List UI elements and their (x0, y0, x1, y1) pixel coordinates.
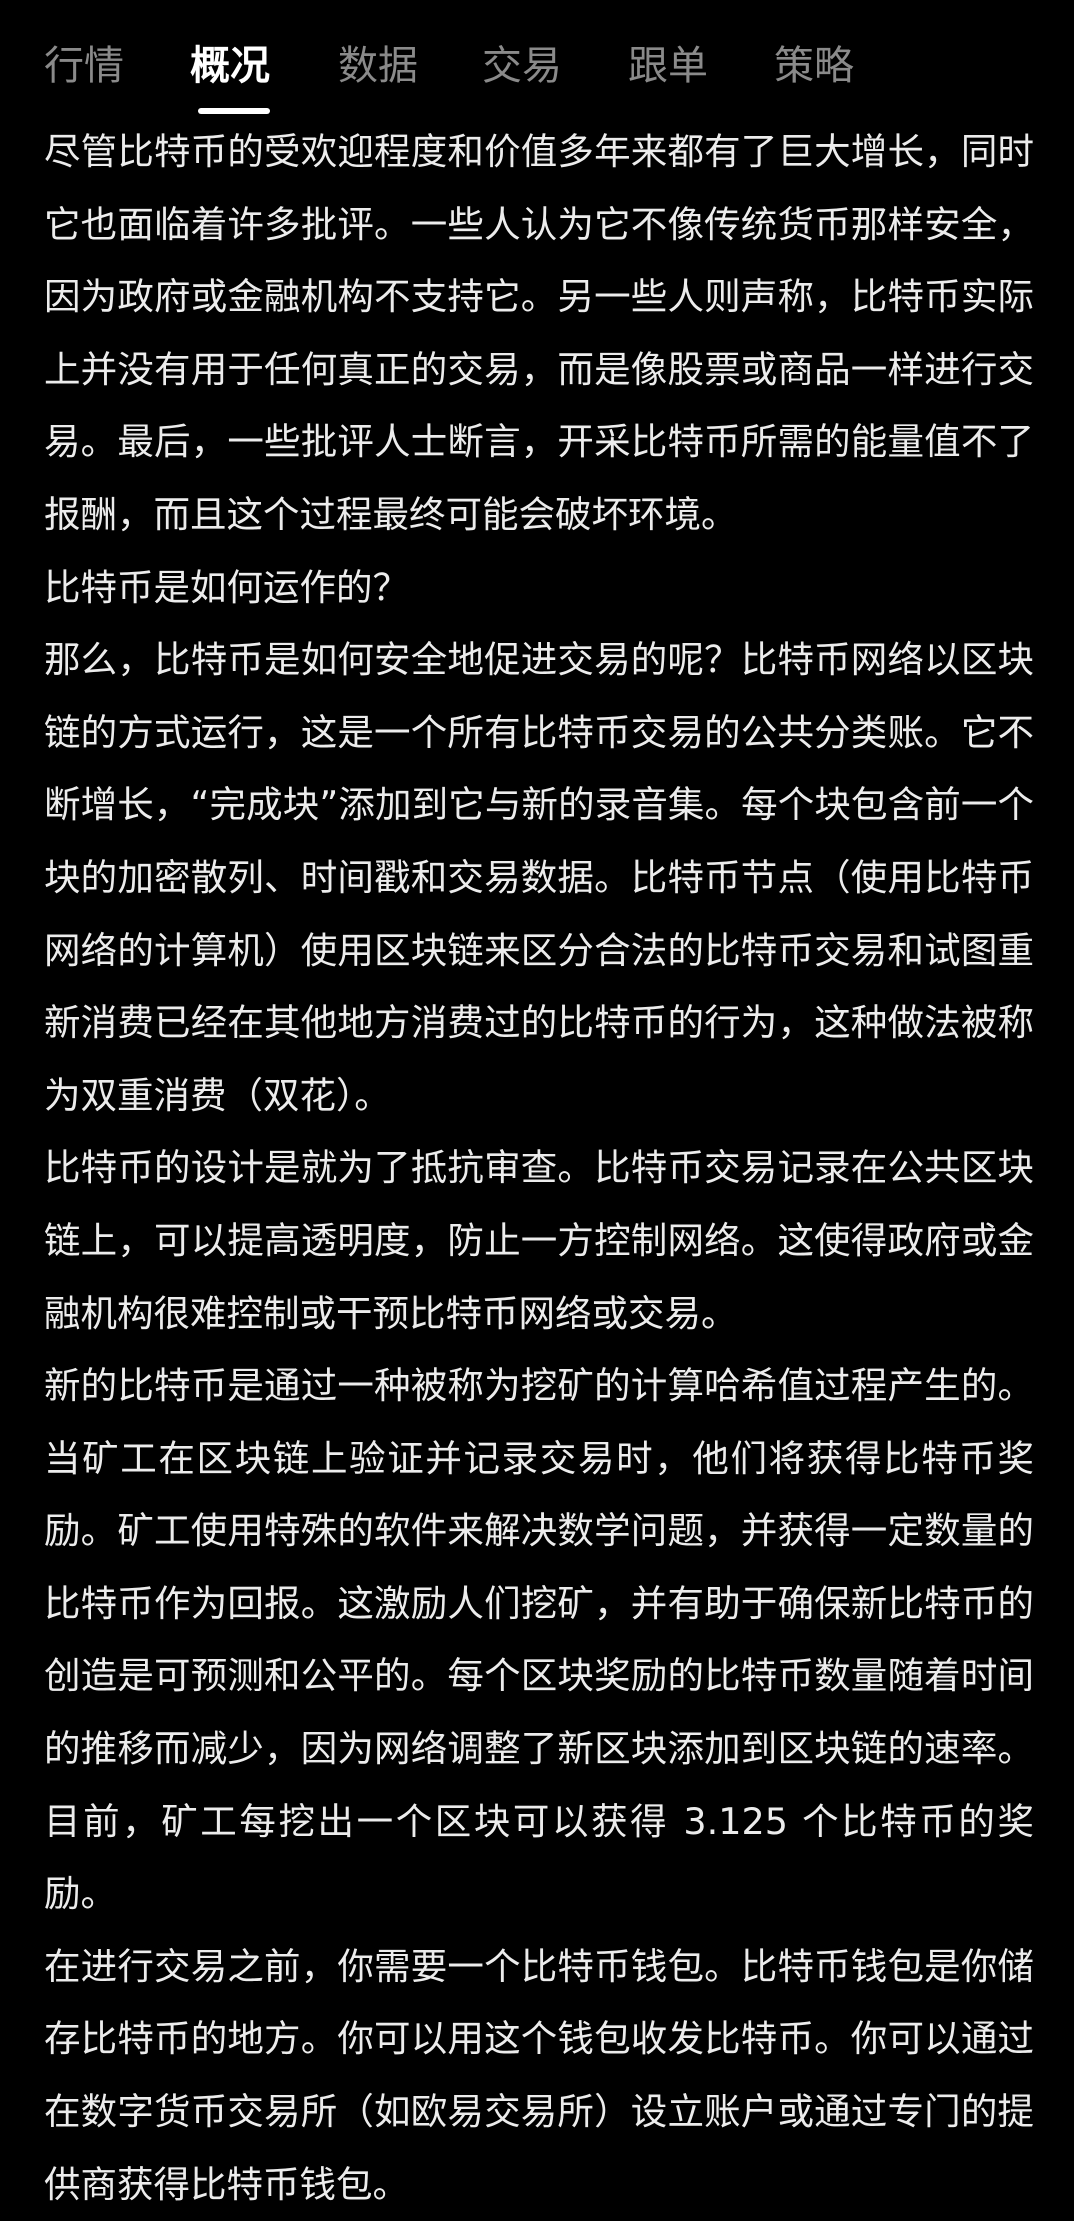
active-tab-indicator (198, 108, 270, 114)
tab-data[interactable]: 数据 (338, 36, 418, 96)
top-tab-bar: 行情 概况 数据 交易 跟单 策略 (0, 0, 1074, 116)
section-heading: 比特币是如何运作的？ (44, 565, 409, 609)
article-paragraph: 新的比特币是通过一种被称为挖矿的计算哈希值过程产生的。当矿工在区块链上验证并记录… (44, 1364, 1034, 1916)
article-paragraph: 那么，比特币是如何安全地促进交易的呢？比特币网络以区块链的方式运行，这是一个所有… (44, 638, 1034, 1117)
tab-market[interactable]: 行情 (44, 36, 124, 96)
tab-copy-trading[interactable]: 跟单 (628, 36, 708, 96)
article-paragraph: 在进行交易之前，你需要一个比特币钱包。比特币钱包是你储存比特币的地方。你可以用这… (44, 1944, 1034, 2206)
article-body: 尽管比特币的受欢迎程度和价值多年来都有了巨大增长，同时它也面临着许多批评。一些人… (44, 116, 1034, 2221)
article-paragraph: 比特币的设计是就为了抵抗审查。比特币交易记录在公共区块链上，可以提高透明度，防止… (44, 1146, 1034, 1335)
tab-trade[interactable]: 交易 (482, 36, 562, 96)
tab-overview[interactable]: 概况 (190, 36, 270, 96)
tab-strategy[interactable]: 策略 (774, 36, 854, 96)
article-paragraph: 尽管比特币的受欢迎程度和价值多年来都有了巨大增长，同时它也面临着许多批评。一些人… (44, 130, 1034, 536)
